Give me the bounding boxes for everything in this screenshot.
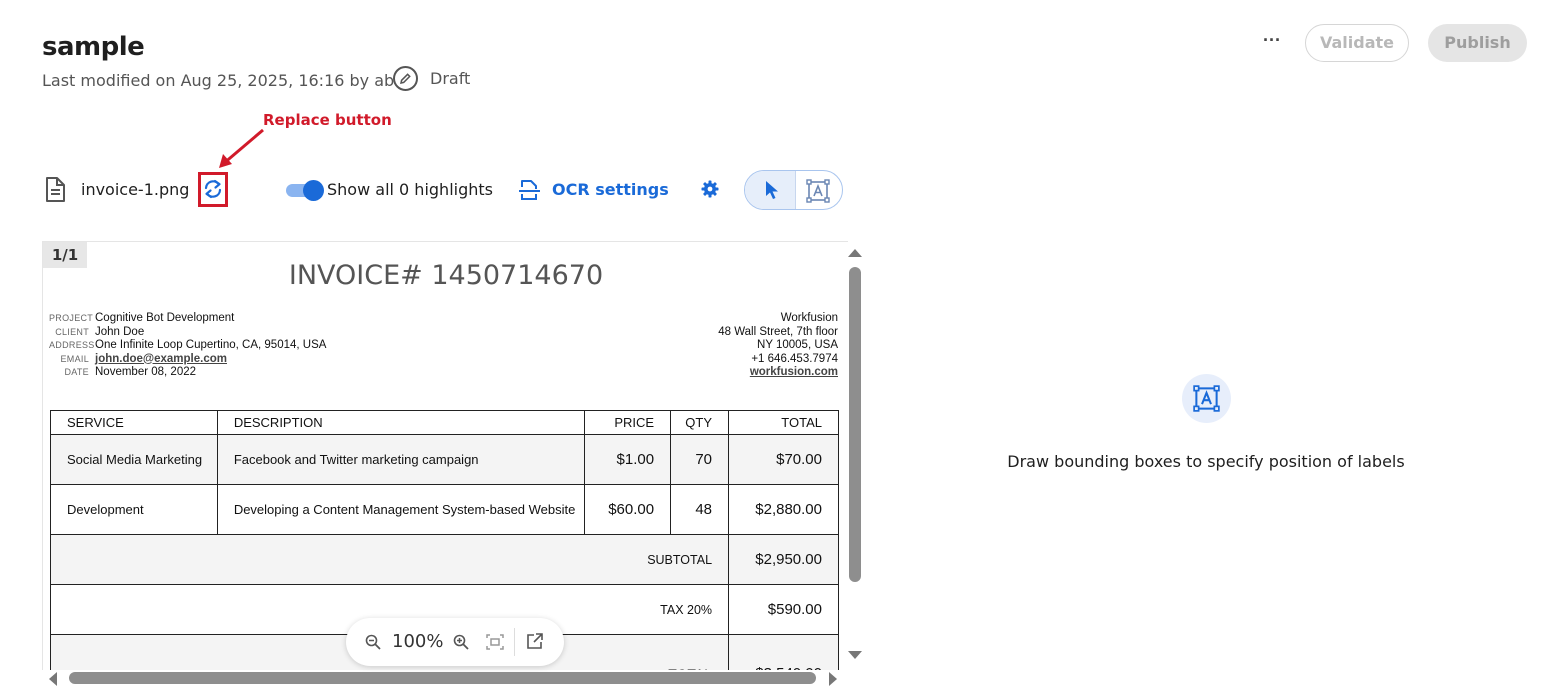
cell-total: $2,880.00 <box>728 484 839 535</box>
scroll-down-arrow[interactable] <box>848 651 862 659</box>
status-draft: Draft <box>430 69 471 88</box>
ocr-settings-icon[interactable] <box>518 178 542 202</box>
company-phone: +1 646.453.7974 <box>751 352 838 365</box>
scroll-left-arrow[interactable] <box>49 672 57 686</box>
meta-key: ADDRESS <box>49 340 95 350</box>
cell-qty: 48 <box>670 484 730 535</box>
file-icon <box>46 177 65 202</box>
table-row: Social Media Marketing Facebook and Twit… <box>50 434 839 485</box>
meta-value: john.doe@example.com <box>95 352 227 365</box>
column-header: QTY <box>670 410 730 435</box>
company-info: Workfusion 48 Wall Street, 7th floor NY … <box>718 312 838 380</box>
replace-button-annotation: Replace button <box>263 111 392 129</box>
last-modified-text: Last modified on Aug 25, 2025, 16:16 by … <box>42 71 395 90</box>
meta-row-project: PROJECT Cognitive Bot Development <box>49 312 326 326</box>
horizontal-scrollbar[interactable] <box>42 670 848 686</box>
company-name: Workfusion <box>780 312 838 324</box>
document-viewer[interactable]: 1/1 INVOICE# 1450714670 PROJECT Cognitive… <box>42 241 848 670</box>
publish-button[interactable]: Publish <box>1428 24 1527 62</box>
meta-value: One Infinite Loop Cupertino, CA, 95014, … <box>95 339 327 351</box>
table-row: Development Developing a Content Managem… <box>50 484 839 535</box>
gear-icon[interactable] <box>701 180 719 198</box>
invoice-title: INVOICE# 1450714670 <box>288 260 604 291</box>
annotation-arrow-icon <box>219 128 264 168</box>
cell-service: Social Media Marketing <box>50 434 218 485</box>
column-header: DESCRIPTION <box>216 410 586 435</box>
zoom-out-icon[interactable] <box>365 634 381 650</box>
cell-description: Developing a Content Management System-b… <box>216 484 586 535</box>
cell-qty: 70 <box>670 434 730 485</box>
meta-value: Cognitive Bot Development <box>95 312 235 324</box>
empty-state-text: Draw bounding boxes to specify position … <box>1007 452 1405 471</box>
meta-key: PROJECT <box>49 313 94 323</box>
edit-icon[interactable] <box>393 66 418 91</box>
zoom-controls: 100% <box>346 618 564 666</box>
page-title: sample <box>42 32 145 62</box>
divider <box>514 628 515 656</box>
open-external-icon[interactable] <box>526 633 543 650</box>
cursor-icon <box>766 181 778 199</box>
company-website: workfusion.com <box>749 366 838 378</box>
file-name: invoice-1.png <box>81 180 190 199</box>
draw-box-mode-button[interactable] <box>797 171 842 209</box>
fit-to-page-icon[interactable] <box>486 634 504 650</box>
scroll-thumb[interactable] <box>849 267 861 582</box>
meta-value: November 08, 2022 <box>95 366 197 378</box>
invoice-meta: PROJECT Cognitive Bot Development CLIENT J… <box>49 312 326 380</box>
zoom-in-icon[interactable] <box>453 634 469 650</box>
more-options-button[interactable]: ··· <box>1260 30 1284 54</box>
select-mode-button[interactable] <box>745 171 796 209</box>
zoom-level: 100% <box>392 631 444 652</box>
meta-key: DATE <box>64 367 89 377</box>
cell-price: $60.00 <box>584 484 672 535</box>
toggle-thumb <box>303 180 324 201</box>
column-header: SERVICE <box>50 410 218 435</box>
summary-value: $3,540.00 <box>728 634 839 670</box>
meta-value: John Doe <box>95 325 145 338</box>
summary-label: SUBTOTAL <box>49 534 730 585</box>
mode-toggle-group <box>744 170 843 210</box>
company-address-line2: NY 10005, USA <box>757 339 838 351</box>
summary-row-subtotal: SUBTOTAL $2,950.00 <box>49 534 839 585</box>
scroll-thumb[interactable] <box>69 672 816 684</box>
cell-price: $1.00 <box>584 434 672 485</box>
meta-row-date: DATE November 08, 2022 <box>49 366 326 380</box>
scroll-up-arrow[interactable] <box>848 249 862 257</box>
table-header: SERVICE DESCRIPTION PRICE QTY TOTAL <box>50 410 839 435</box>
bounding-box-icon <box>806 179 830 203</box>
bounding-box-icon <box>1182 374 1231 423</box>
meta-row-address: ADDRESS One Infinite Loop Cupertino, CA, … <box>49 339 326 353</box>
summary-value: $2,950.00 <box>728 534 839 585</box>
cell-service: Development <box>50 484 218 535</box>
cell-total: $70.00 <box>728 434 839 485</box>
summary-value: $590.00 <box>728 584 839 635</box>
cell-description: Facebook and Twitter marketing campaign <box>216 434 586 485</box>
replace-icon[interactable] <box>202 178 224 200</box>
column-header: TOTAL <box>728 410 839 435</box>
meta-row-email: EMAIL john.doe@example.com <box>49 353 326 367</box>
page-indicator: 1/1 <box>43 242 87 268</box>
validate-button[interactable]: Validate <box>1305 24 1409 62</box>
column-header: PRICE <box>584 410 672 435</box>
scroll-right-arrow[interactable] <box>829 672 837 686</box>
ocr-settings-button[interactable]: OCR settings <box>552 180 669 199</box>
company-address-line1: 48 Wall Street, 7th floor <box>718 325 838 338</box>
meta-key: CLIENT <box>55 326 89 337</box>
meta-row-client: CLIENT John Doe <box>49 326 326 340</box>
meta-key: EMAIL <box>60 353 89 364</box>
vertical-scrollbar[interactable] <box>846 241 866 670</box>
highlights-toggle[interactable] <box>286 180 324 201</box>
highlights-toggle-label: Show all 0 highlights <box>327 180 493 199</box>
